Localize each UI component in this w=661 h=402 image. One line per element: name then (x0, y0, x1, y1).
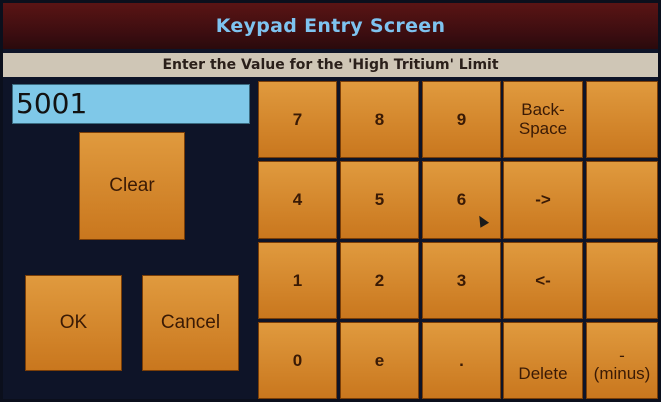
backspace-label-line2: Space (518, 118, 568, 138)
key-6[interactable]: 6 (422, 161, 501, 239)
key-1[interactable]: 1 (258, 242, 337, 319)
key-2[interactable]: 2 (340, 242, 419, 319)
backspace-label-line1: Back- (521, 99, 565, 119)
key-0[interactable]: 0 (258, 322, 337, 399)
delete-label: Delete (518, 364, 568, 384)
keypad-entry-screen: Keypad Entry Screen Enter the Value for … (3, 3, 658, 399)
key-3[interactable]: 3 (422, 242, 501, 319)
title-bar: Keypad Entry Screen (3, 3, 658, 49)
cancel-button[interactable]: Cancel (142, 275, 239, 371)
key-8-label: 8 (374, 109, 385, 129)
clear-button-label: Clear (109, 174, 155, 196)
key-4-label: 4 (292, 190, 303, 209)
key-7-label: 7 (292, 109, 303, 129)
delete-button[interactable]: Delete (503, 322, 583, 399)
key-1-label: 1 (292, 270, 303, 290)
blank-key-1 (586, 81, 658, 158)
backspace-button[interactable]: Back- Space (503, 81, 583, 158)
prompt-bar: Enter the Value for the 'High Tritium' L… (3, 53, 658, 77)
ok-button-label: OK (59, 311, 88, 333)
key-3-label: 3 (456, 270, 467, 290)
key-e-label: e (374, 350, 385, 370)
cursor-left-button[interactable]: <- (503, 242, 583, 319)
key-0-label: 0 (292, 350, 303, 370)
key-9[interactable]: 9 (422, 81, 501, 158)
key-6-label: 6 (456, 190, 467, 209)
key-5[interactable]: 5 (340, 161, 419, 239)
key-9-label: 9 (456, 109, 467, 129)
page-title: Keypad Entry Screen (215, 15, 446, 37)
key-4[interactable]: 4 (258, 161, 337, 239)
minus-button[interactable]: - (minus) (586, 322, 658, 399)
left-arrow-label: <- (535, 270, 551, 290)
key-2-label: 2 (374, 270, 385, 290)
cursor-right-button[interactable]: -> (503, 161, 583, 239)
key-decimal-label: . (459, 350, 464, 370)
value-input[interactable] (12, 84, 250, 124)
key-e[interactable]: e (340, 322, 419, 399)
key-5-label: 5 (374, 190, 385, 209)
clear-button[interactable]: Clear (79, 132, 185, 240)
minus-label-line1: - (619, 345, 625, 365)
prompt-text: Enter the Value for the 'High Tritium' L… (162, 57, 499, 73)
key-decimal-point[interactable]: . (422, 322, 501, 399)
blank-key-2 (586, 161, 658, 239)
minus-label-line2: (minus) (593, 364, 651, 384)
key-8[interactable]: 8 (340, 81, 419, 158)
key-7[interactable]: 7 (258, 81, 337, 158)
right-arrow-label: -> (535, 190, 551, 209)
cancel-button-label: Cancel (160, 311, 221, 333)
blank-key-3 (586, 242, 658, 319)
ok-button[interactable]: OK (25, 275, 122, 371)
